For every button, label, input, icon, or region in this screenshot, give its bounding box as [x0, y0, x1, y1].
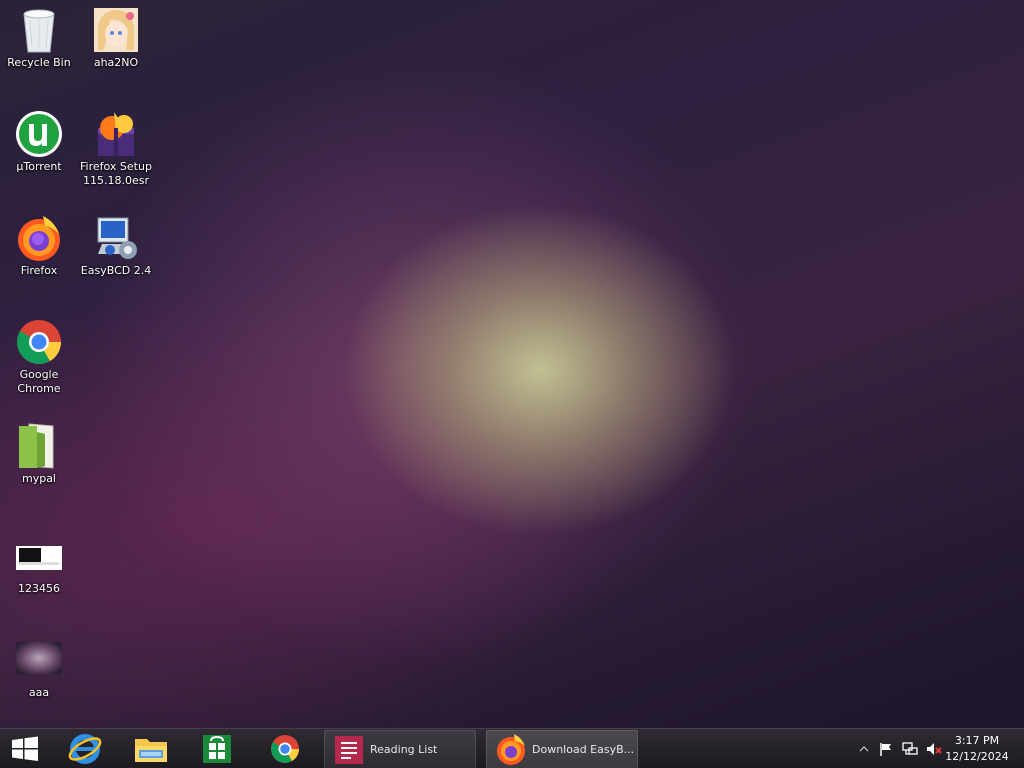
taskbar-store[interactable] — [186, 729, 248, 768]
anime-image-icon — [92, 6, 140, 54]
taskbar-chrome[interactable] — [254, 729, 316, 768]
firefox-icon — [497, 734, 525, 765]
reading-list-icon — [335, 736, 363, 764]
clock-date: 12/12/2024 — [945, 750, 1009, 763]
windows-start-icon — [12, 736, 38, 761]
desktop-icon-aaa[interactable]: aaa — [1, 640, 77, 700]
action-center-button[interactable] — [878, 741, 894, 757]
volume-button[interactable] — [926, 741, 942, 757]
desktop-icon-aha2no[interactable]: aha2NO — [78, 6, 154, 70]
system-tray: 3:17 PM 12/12/2024 — [834, 729, 1024, 768]
desktop-icon-utorrent[interactable]: µTorrent — [1, 110, 77, 174]
taskbar: Reading List Download EasyB... 3:17 PM 1… — [0, 728, 1024, 768]
taskbar-file-explorer[interactable] — [120, 729, 182, 768]
desktop-icon-recycle-bin[interactable]: Recycle Bin — [1, 6, 77, 70]
chevron-up-icon — [859, 746, 869, 752]
desktop-icon-firefox-setup[interactable]: Firefox Setup 115.18.0esr — [78, 110, 154, 188]
desktop-icon-123456[interactable]: 123456 — [1, 536, 77, 596]
start-button[interactable] — [0, 729, 50, 768]
utorrent-icon — [15, 110, 63, 158]
image-file-icon — [15, 536, 63, 572]
desktop-icon-label: 123456 — [18, 582, 60, 595]
network-icon — [902, 742, 918, 755]
task-label: Reading List — [370, 743, 438, 756]
flag-icon — [880, 743, 891, 756]
show-hidden-icons-button[interactable] — [856, 741, 872, 757]
firefox-icon — [15, 214, 63, 262]
chrome-icon — [15, 318, 63, 366]
taskbar-task-reading-list[interactable]: Reading List — [324, 730, 476, 768]
clock[interactable]: 3:17 PM 12/12/2024 — [942, 733, 1012, 765]
image-file-icon — [15, 640, 63, 676]
easybcd-icon — [92, 214, 140, 262]
taskbar-internet-explorer[interactable] — [54, 729, 116, 768]
desktop-icon-firefox[interactable]: Firefox — [1, 214, 77, 278]
desktop-icon-google-chrome[interactable]: Google Chrome — [1, 318, 77, 396]
recycle-bin-icon — [15, 6, 63, 54]
desktop-icon-label: mypal — [21, 472, 56, 485]
desktop-icon-label: µTorrent — [16, 160, 62, 173]
clock-time: 3:17 PM — [954, 734, 1000, 747]
firefox-installer-icon — [92, 110, 140, 158]
desktop-icon-label: aaa — [28, 686, 50, 699]
task-label: Download EasyB... — [532, 743, 635, 756]
desktop-icon-label: aha2NO — [93, 56, 139, 69]
network-button[interactable] — [902, 741, 918, 757]
store-icon — [203, 735, 231, 763]
folder-icon — [15, 422, 63, 470]
taskbar-task-firefox[interactable]: Download EasyB... — [486, 730, 638, 768]
volume-muted-icon — [927, 743, 942, 755]
file-explorer-icon — [135, 739, 167, 762]
chrome-icon — [271, 735, 299, 763]
desktop-icon-label: Firefox Setup 115.18.0esr — [80, 160, 152, 187]
desktop-icon-label: Recycle Bin — [7, 56, 71, 69]
internet-explorer-icon — [68, 734, 102, 764]
desktop-icon-mypal[interactable]: mypal — [1, 422, 77, 486]
desktop-icon-label: Google Chrome — [17, 368, 61, 395]
desktop-icon-label: Firefox — [20, 264, 58, 277]
desktop-icon-label: EasyBCD 2.4 — [80, 264, 152, 277]
desktop-icon-easybcd[interactable]: EasyBCD 2.4 — [78, 214, 154, 278]
